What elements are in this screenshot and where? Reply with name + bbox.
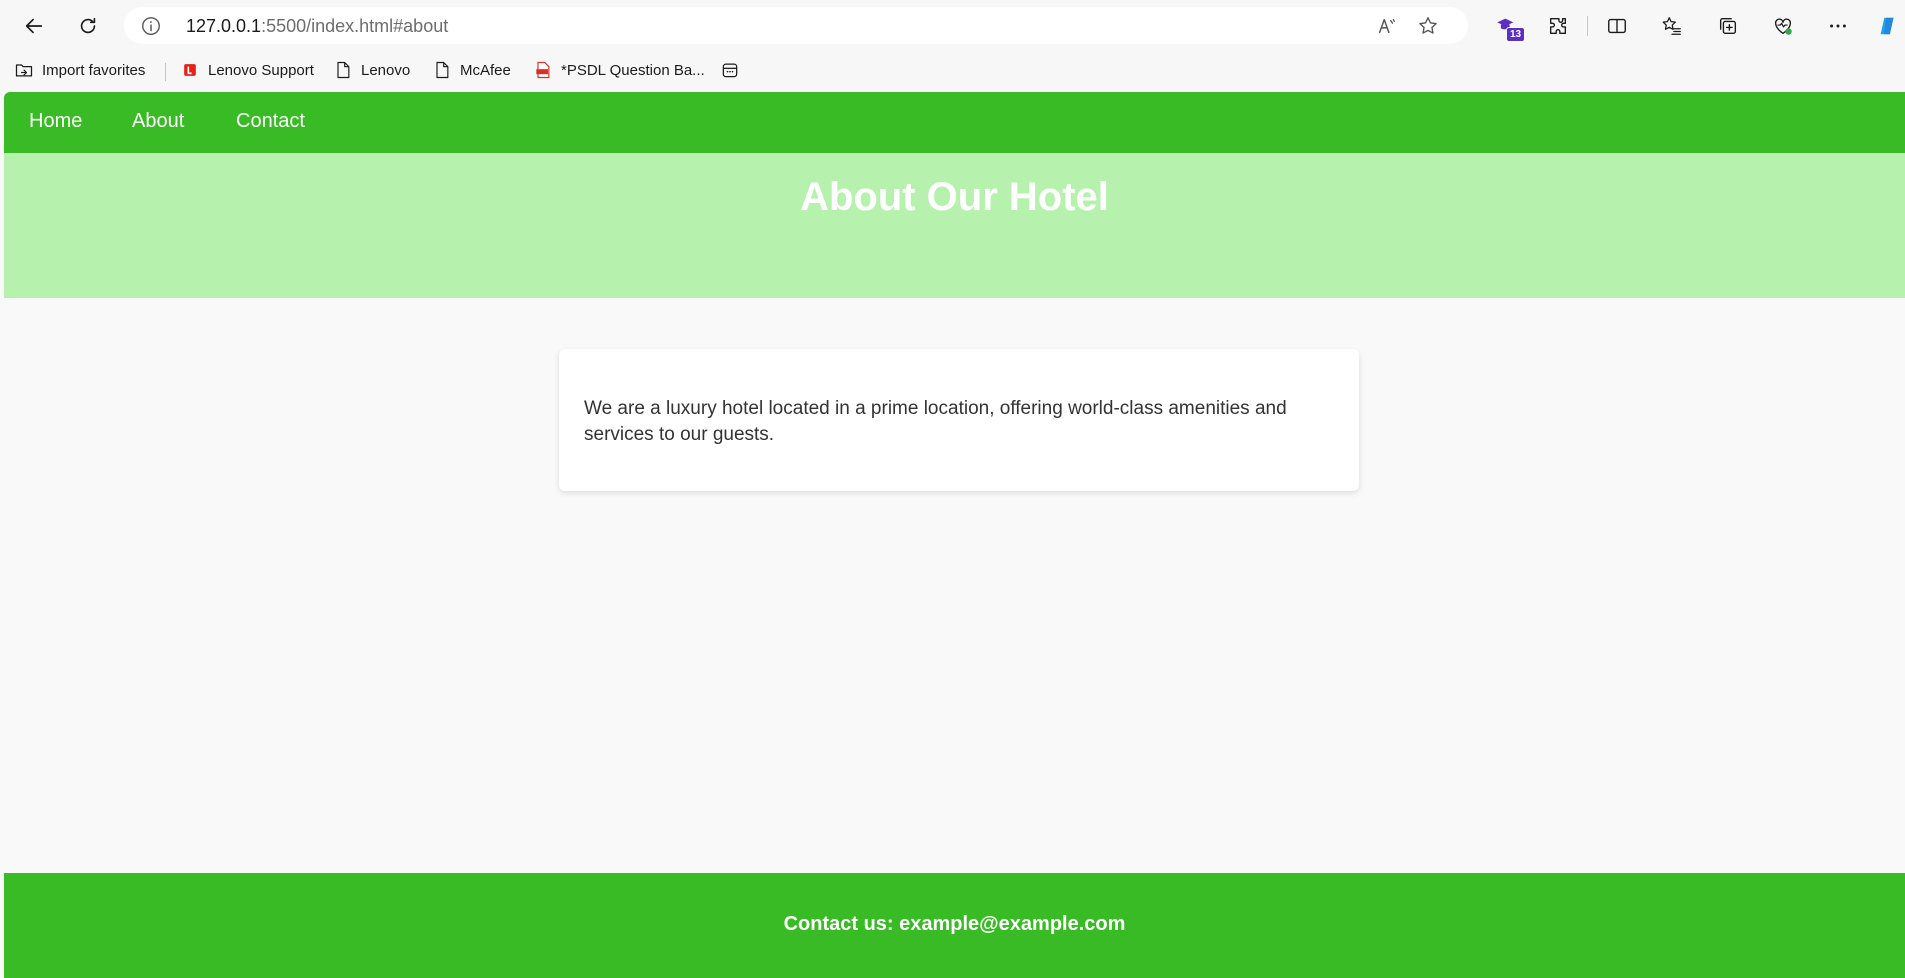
bookmark-label: Lenovo xyxy=(361,61,411,79)
split-screen-icon xyxy=(1608,18,1626,34)
about-description: We are a luxury hotel located in a prime… xyxy=(584,398,1287,445)
back-button[interactable] xyxy=(16,8,52,44)
page-title: About Our Hotel xyxy=(800,175,1109,219)
bookmark-label: *PSDL Question Ba... xyxy=(561,61,705,79)
address-bar[interactable]: 127.0.0.1:5500/index.html#about xyxy=(124,7,1468,44)
bookmark-apps[interactable] xyxy=(720,57,740,83)
bookmark-lenovo[interactable]: Lenovo xyxy=(333,57,410,83)
collections-button[interactable] xyxy=(1710,8,1746,44)
heart-pulse-icon xyxy=(1774,18,1792,35)
calendar-app-icon xyxy=(722,63,738,78)
copilot-button[interactable] xyxy=(1870,8,1905,44)
url-path: :5500/index.html#about xyxy=(261,16,449,36)
puzzle-icon xyxy=(1549,17,1567,35)
copilot-icon xyxy=(1880,17,1894,35)
bookmark-mcafee[interactable]: McAfee xyxy=(432,57,511,83)
lenovo-logo-icon xyxy=(184,64,196,76)
nav-about-link[interactable]: About xyxy=(132,110,184,133)
bookmarks-divider xyxy=(165,63,166,81)
page-icon xyxy=(337,61,350,79)
footer-contact-text: Contact us: example@example.com xyxy=(783,913,1126,935)
info-icon[interactable] xyxy=(140,15,162,37)
collections-icon xyxy=(1719,17,1737,35)
bookmark-psdl-question-bank[interactable]: *PSDL Question Ba... xyxy=(533,57,705,83)
browser-chrome: 127.0.0.1:5500/index.html#about 13 Impor… xyxy=(0,0,1905,92)
favorites-list-icon xyxy=(1662,17,1681,35)
favorite-star-button[interactable] xyxy=(1415,13,1441,39)
nav-home-link[interactable]: Home xyxy=(29,110,82,133)
split-screen-button[interactable] xyxy=(1599,8,1635,44)
bookmark-label: Lenovo Support xyxy=(208,61,314,79)
browser-essentials-button[interactable] xyxy=(1765,8,1801,44)
bookmark-lenovo-support[interactable]: Lenovo Support xyxy=(180,57,314,83)
about-card: We are a luxury hotel located in a prime… xyxy=(559,349,1359,491)
refresh-icon xyxy=(80,17,96,34)
browser-toolbar: 127.0.0.1:5500/index.html#about 13 xyxy=(0,0,1905,51)
arrow-left-icon xyxy=(25,18,43,34)
star-icon xyxy=(1419,17,1437,34)
hero-banner: About Our Hotel xyxy=(4,153,1905,298)
bookmark-label: McAfee xyxy=(460,61,511,79)
bookmarks-bar: Import favorites Lenovo Support Lenovo M… xyxy=(0,51,1905,89)
extension-badge-count: 13 xyxy=(1506,27,1526,42)
extensions-button[interactable] xyxy=(1540,8,1576,44)
url-text[interactable]: 127.0.0.1:5500/index.html#about xyxy=(186,16,448,37)
top-navigation: Home About Contact xyxy=(4,92,1905,153)
folder-import-icon xyxy=(15,64,33,77)
page-icon xyxy=(436,61,449,79)
favorites-button[interactable] xyxy=(1654,8,1690,44)
url-host: 127.0.0.1 xyxy=(186,16,262,36)
read-aloud-button[interactable] xyxy=(1374,13,1400,39)
nav-contact-link[interactable]: Contact xyxy=(236,110,305,133)
more-options-button[interactable] xyxy=(1820,8,1856,44)
pdf-icon xyxy=(536,61,550,79)
bookmark-label: Import favorites xyxy=(42,61,146,79)
web-page: Home About Contact About Our Hotel We ar… xyxy=(4,92,1905,978)
bookmark-import-favorites[interactable]: Import favorites xyxy=(14,57,145,83)
more-dots-icon xyxy=(1830,24,1846,28)
footer: Contact us: example@example.com xyxy=(4,873,1905,978)
refresh-button[interactable] xyxy=(70,8,106,44)
toolbar-divider xyxy=(1587,16,1588,36)
extension-badge-button[interactable]: 13 xyxy=(1488,8,1526,44)
read-aloud-icon xyxy=(1378,18,1395,34)
